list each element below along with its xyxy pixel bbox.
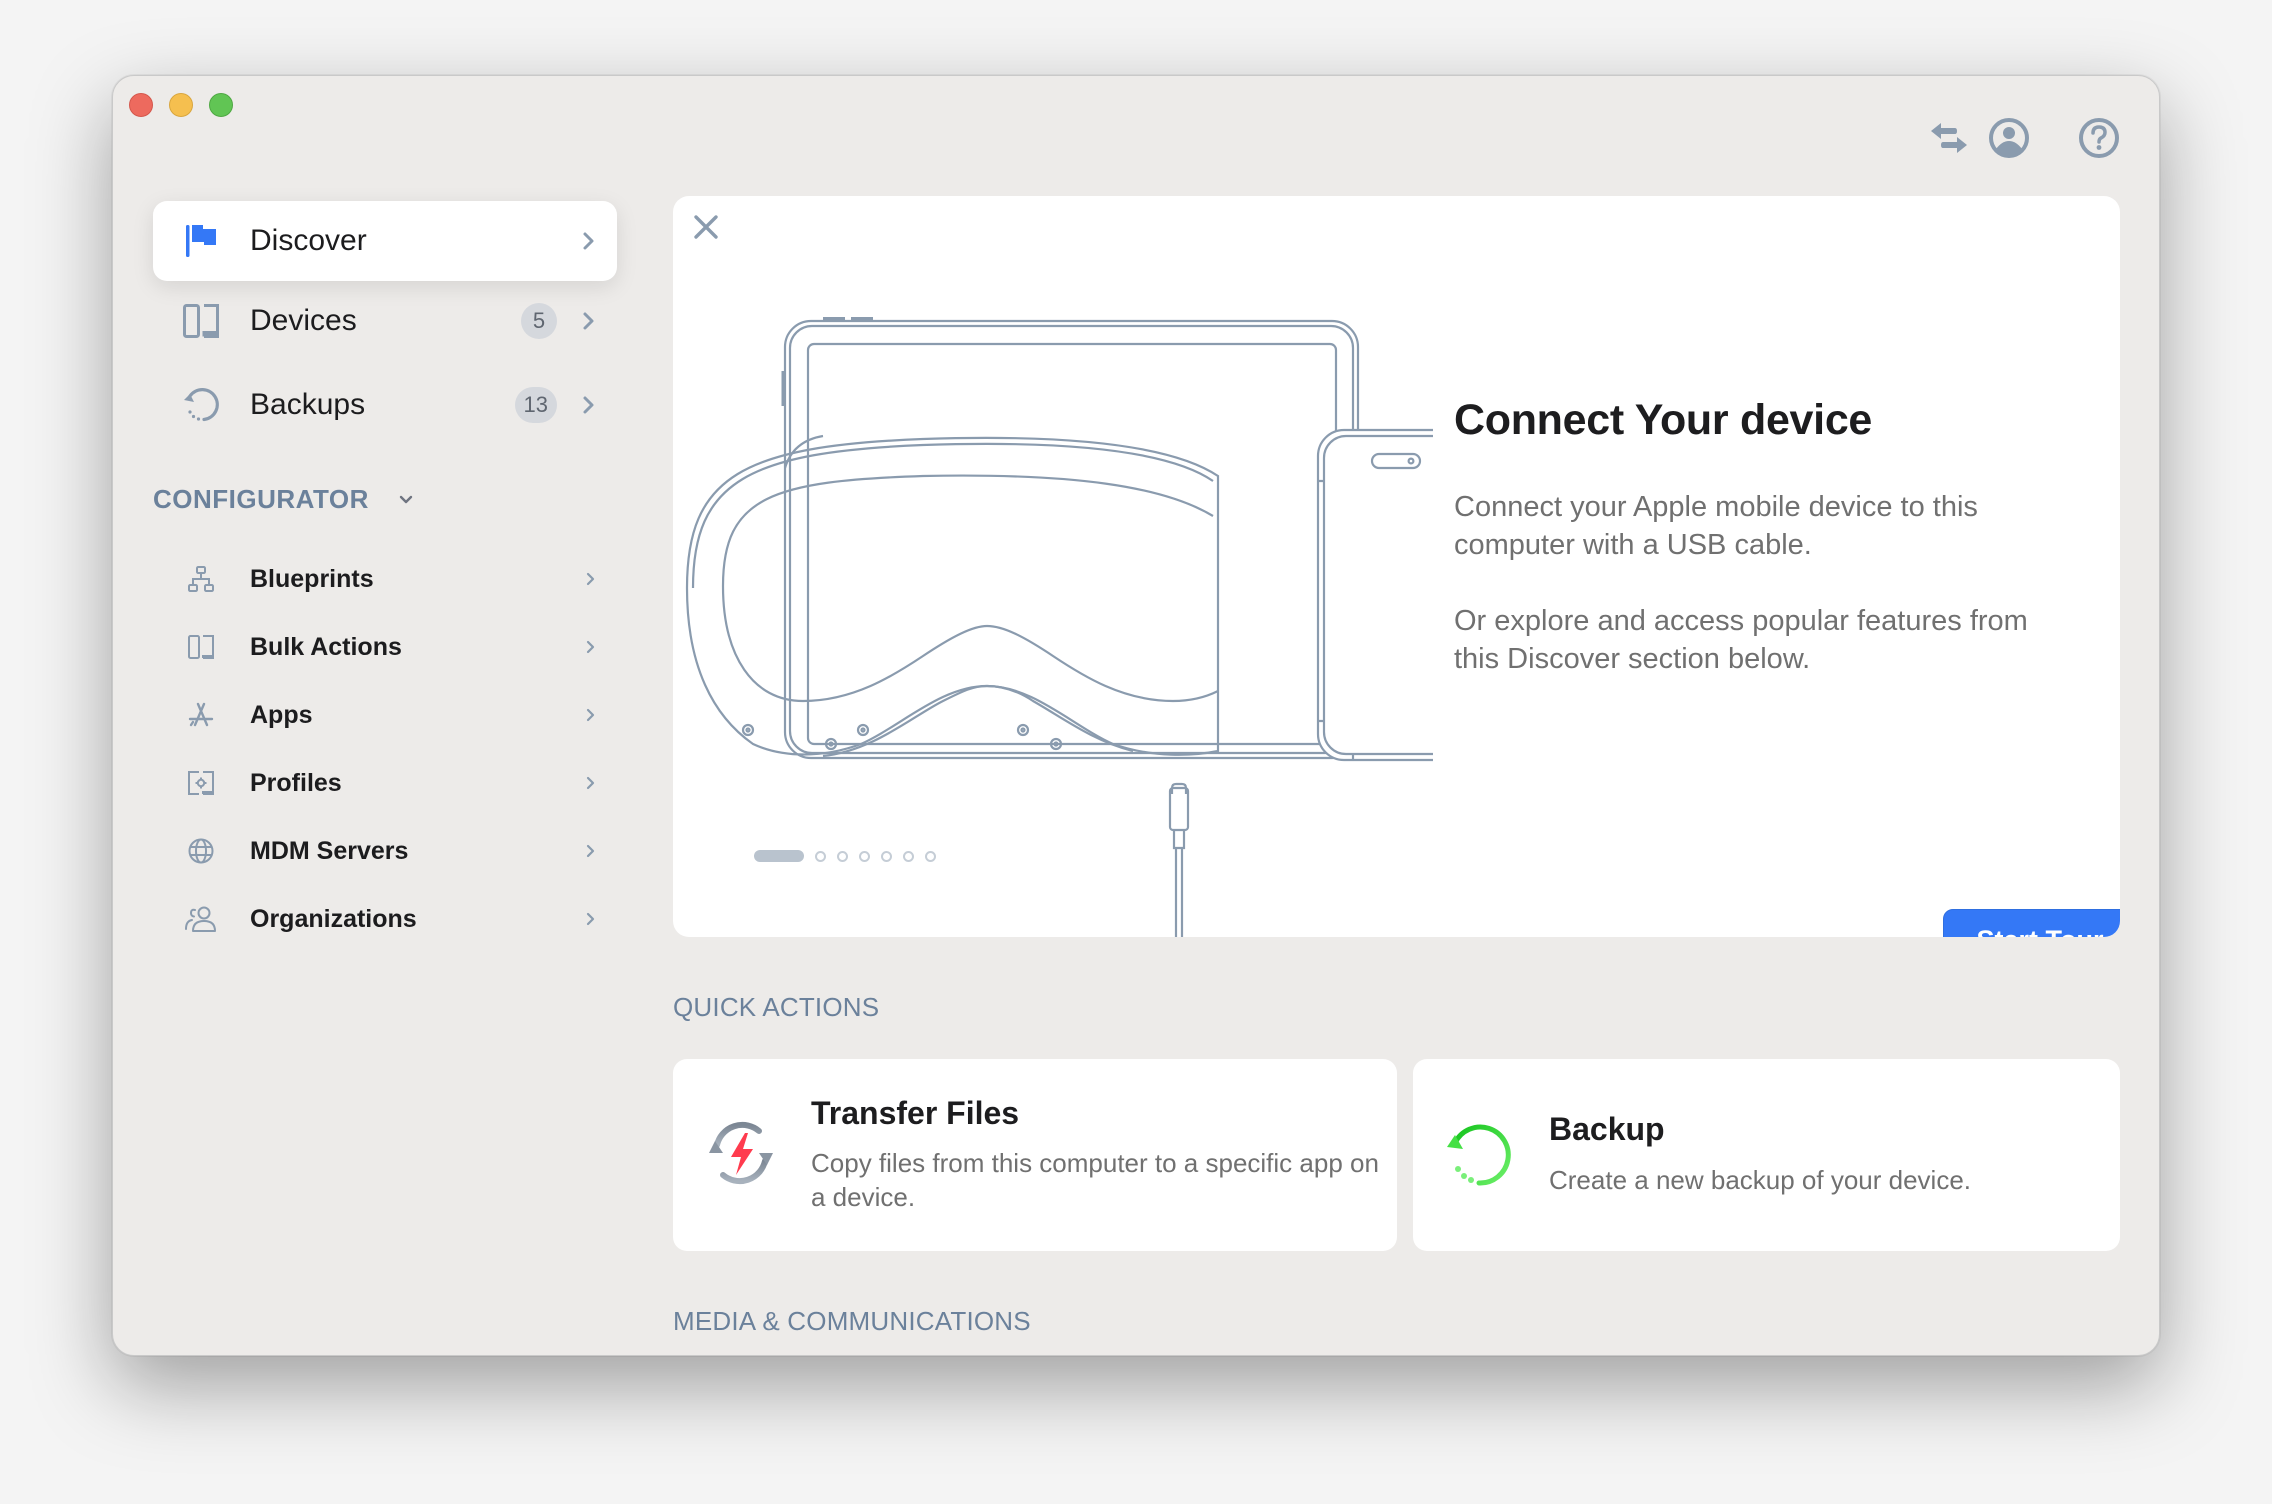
start-tour-label: Start Tour [1977, 925, 2104, 938]
app-store-icon [181, 695, 221, 735]
start-tour-button[interactable]: Start Tour [1943, 909, 2120, 937]
hero-description-secondary: Or explore and access popular features f… [1454, 605, 2028, 675]
account-icon[interactable] [1987, 116, 2031, 160]
usb-c-cable [1168, 786, 1190, 832]
help-icon[interactable] [2077, 116, 2121, 160]
backup-green-icon [1447, 1124, 1511, 1186]
bulk-actions-icon [181, 627, 221, 667]
pager-dot[interactable] [903, 850, 914, 862]
transfer-files-icon [709, 1122, 773, 1184]
section-header-label: CONFIGURATOR [153, 484, 369, 514]
pager-dot[interactable] [859, 850, 870, 862]
backup-icon [181, 385, 221, 425]
sidebar-item-label: Apps [250, 700, 313, 729]
configurator-section-toggle[interactable]: CONFIGURATOR [153, 484, 415, 515]
devices-count-badge: 5 [521, 303, 557, 339]
sidebar-item-label: Bulk Actions [250, 632, 402, 661]
transfer-arrows-icon[interactable] [1927, 116, 1971, 160]
sidebar-item-mdm-servers[interactable]: MDM Servers [153, 823, 617, 879]
chevron-right-icon [586, 572, 595, 586]
transfer-files-card[interactable]: Transfer Files Copy files from this comp… [673, 1059, 1397, 1251]
card-title: Transfer Files [811, 1095, 1020, 1131]
chevron-right-icon [583, 396, 594, 414]
quick-actions-header: QUICK ACTIONS [673, 992, 880, 1022]
pager-dot[interactable] [925, 850, 936, 862]
globe-icon [181, 831, 221, 871]
chevron-right-icon [583, 312, 594, 330]
blueprints-icon [181, 559, 221, 599]
backups-count-badge: 13 [514, 387, 557, 423]
chevron-right-icon [586, 708, 595, 722]
iphone-outline [1316, 428, 1433, 762]
card-description: Create a new backup of your device. [1549, 1165, 1972, 1195]
sidebar-item-label: Blueprints [250, 564, 374, 593]
sidebar-item-label: Profiles [250, 768, 342, 797]
hero-description: Connect your Apple mobile device to this… [1454, 491, 1978, 561]
backup-card[interactable]: Backup Create a new backup of your devic… [1413, 1059, 2120, 1251]
chevron-right-icon [586, 640, 595, 654]
sidebar-item-profiles[interactable]: Profiles [153, 755, 617, 811]
sidebar-item-label: Backups [250, 388, 366, 421]
ipad-outline [783, 319, 1360, 760]
chevron-right-icon [586, 912, 595, 926]
hero-title: Connect Your device [1454, 396, 1873, 444]
devices-icon [181, 301, 221, 341]
pager-dot[interactable] [881, 850, 892, 862]
chevron-down-icon [399, 495, 413, 503]
devices-illustration [685, 317, 1433, 937]
sidebar-item-organizations[interactable]: Organizations [153, 891, 617, 947]
sidebar-item-apps[interactable]: Apps [153, 687, 617, 743]
sidebar-item-devices[interactable]: Devices 5 [153, 281, 617, 361]
sidebar-item-label: Discover [250, 224, 367, 257]
flag-icon [181, 221, 221, 261]
desktop: Discover Devices 5 Backups 13 CONFIGURAT… [0, 0, 2272, 1504]
sidebar-item-discover[interactable]: Discover [153, 201, 617, 281]
media-communications-header: MEDIA & COMMUNICATIONS [673, 1306, 1031, 1336]
sidebar-item-label: Organizations [250, 904, 417, 933]
pager-dot[interactable] [815, 850, 826, 862]
profiles-icon [181, 763, 221, 803]
connect-device-card: Connect Your device Connect your Apple m… [673, 196, 2120, 937]
carousel-pager [754, 848, 936, 864]
sidebar-item-label: Devices [250, 304, 357, 337]
app-window: Discover Devices 5 Backups 13 CONFIGURAT… [112, 75, 2160, 1356]
people-icon [181, 899, 221, 939]
sidebar: Discover Devices 5 Backups 13 CONFIGURAT… [113, 76, 673, 1355]
sidebar-item-blueprints[interactable]: Blueprints [153, 551, 617, 607]
pager-dot-active[interactable] [754, 850, 804, 862]
sidebar-item-label: MDM Servers [250, 836, 409, 865]
card-description: Copy files from this computer to a speci… [811, 1148, 1379, 1212]
card-title: Backup [1549, 1111, 1665, 1147]
sidebar-item-bulk-actions[interactable]: Bulk Actions [153, 619, 617, 675]
chevron-right-icon [586, 776, 595, 790]
sidebar-item-backups[interactable]: Backups 13 [153, 365, 617, 445]
chevron-right-icon [586, 844, 595, 858]
vision-pro-outline [685, 436, 1220, 756]
chevron-right-icon [583, 232, 594, 250]
pager-dot[interactable] [837, 850, 848, 862]
